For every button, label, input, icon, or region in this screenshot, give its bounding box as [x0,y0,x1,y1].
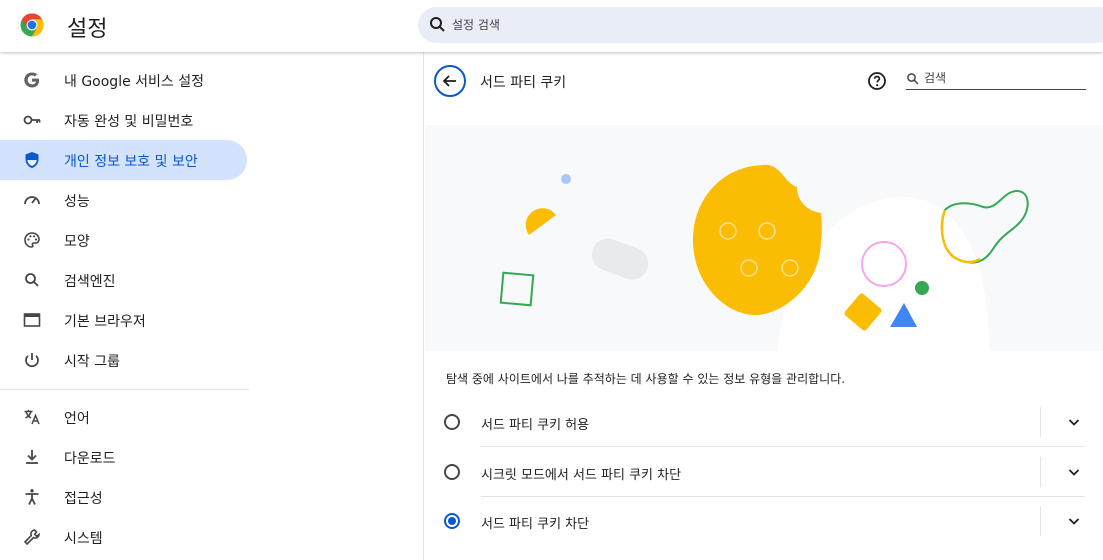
page-title: 서드 파티 쿠키 [480,75,567,91]
google-g-icon [24,72,39,88]
palette-icon [24,232,40,248]
app-title: 설정 [67,17,108,42]
sidebar-divider [0,389,249,390]
separator [1040,506,1041,536]
cookie-illustration [425,125,1103,351]
sidebar-item-label: 기본 브라우저 [64,314,146,330]
translate-icon [24,410,40,425]
sidebar-item-appearance[interactable]: 모양 [0,220,247,260]
sidebar-item-languages[interactable]: 언어 [0,397,247,437]
option-label: 시크릿 모드에서 서드 파티 쿠키 차단 [481,468,682,483]
sidebar-item-label: 언어 [64,411,90,427]
sidebar-item-performance[interactable]: 성능 [0,180,247,220]
sidebar-item-label: 내 Google 서비스 설정 [64,74,204,90]
header: 설정 [0,0,1103,52]
radio-button[interactable] [444,414,460,430]
page-search-input[interactable] [924,68,1084,88]
illustration-green-dot [915,281,929,295]
option-block-incognito[interactable]: 시크릿 모드에서 서드 파티 쿠키 차단 [424,447,1103,497]
key-icon [23,115,41,125]
sidebar-item-search-engine[interactable]: 검색엔진 [0,260,247,300]
separator [1040,457,1041,487]
chevron-down-icon[interactable] [1064,412,1084,432]
sidebar-item-label: 시작 그룹 [64,354,120,370]
search-icon [25,273,39,287]
chrome-logo [20,13,44,37]
sidebar-item-default-browser[interactable]: 기본 브라우저 [0,300,247,340]
sidebar-item-label: 성능 [64,194,90,210]
sidebar-item-label: 접근성 [64,491,103,507]
wrench-icon [23,529,41,546]
sidebar-item-label: 개인 정보 보호 및 보안 [64,154,198,170]
sidebar-item-autofill[interactable]: 자동 완성 및 비밀번호 [0,100,247,140]
back-button[interactable] [434,65,466,97]
accessibility-icon [25,489,39,505]
sidebar-item-label: 검색엔진 [64,274,116,290]
power-icon [25,353,39,368]
main-panel: 서드 파티 쿠키 검색 탐색 중에 사이트에서 나를 추적하는 데 사용할 수 … [423,52,1103,560]
sidebar: 내 Google 서비스 설정 자동 완성 및 비밀번호 개인 정보 보호 및 … [0,52,260,560]
sidebar-item-label: 다운로드 [64,451,116,467]
illustration-pill [591,238,649,280]
option-allow-third-party-cookies[interactable]: 서드 파티 쿠키 허용 [424,397,1103,447]
chevron-down-icon[interactable] [1064,511,1084,531]
speedometer-icon [24,196,40,205]
chevron-down-icon[interactable] [1064,462,1084,482]
browser-window-icon [23,313,41,327]
page-search[interactable] [906,68,1086,90]
radio-button-selected[interactable] [444,513,460,529]
illustration-square [499,271,535,307]
sidebar-item-system[interactable]: 시스템 [0,517,247,557]
sidebar-item-google-services[interactable]: 내 Google 서비스 설정 [0,60,247,100]
illustration-half-circle [525,208,556,235]
description: 탐색 중에 사이트에서 나를 추적하는 데 사용할 수 있는 정보 유형을 관리… [446,372,846,386]
search-icon [907,73,919,85]
radio-button[interactable] [444,464,460,480]
search-icon [430,17,445,32]
sidebar-item-label: 모양 [64,234,90,250]
arrow-left-icon [442,75,456,87]
settings-search-input[interactable] [452,7,1052,43]
sidebar-item-on-startup[interactable]: 시작 그룹 [0,340,247,380]
download-icon [26,450,38,464]
sidebar-item-label: 시스템 [64,531,103,547]
shield-icon [25,152,39,168]
sidebar-item-downloads[interactable]: 다운로드 [0,437,247,477]
sidebar-item-accessibility[interactable]: 접근성 [0,477,247,517]
option-label: 서드 파티 쿠키 차단 [481,517,590,532]
settings-search[interactable] [418,7,1103,43]
option-label: 서드 파티 쿠키 허용 [481,418,590,433]
separator [1040,407,1041,437]
sidebar-item-label: 자동 완성 및 비밀번호 [64,114,194,130]
sidebar-item-privacy-security[interactable]: 개인 정보 보호 및 보안 [0,140,247,180]
illustration-dot [561,174,571,184]
option-block-third-party-cookies[interactable]: 서드 파티 쿠키 차단 [424,496,1103,546]
help-icon[interactable] [867,71,887,91]
